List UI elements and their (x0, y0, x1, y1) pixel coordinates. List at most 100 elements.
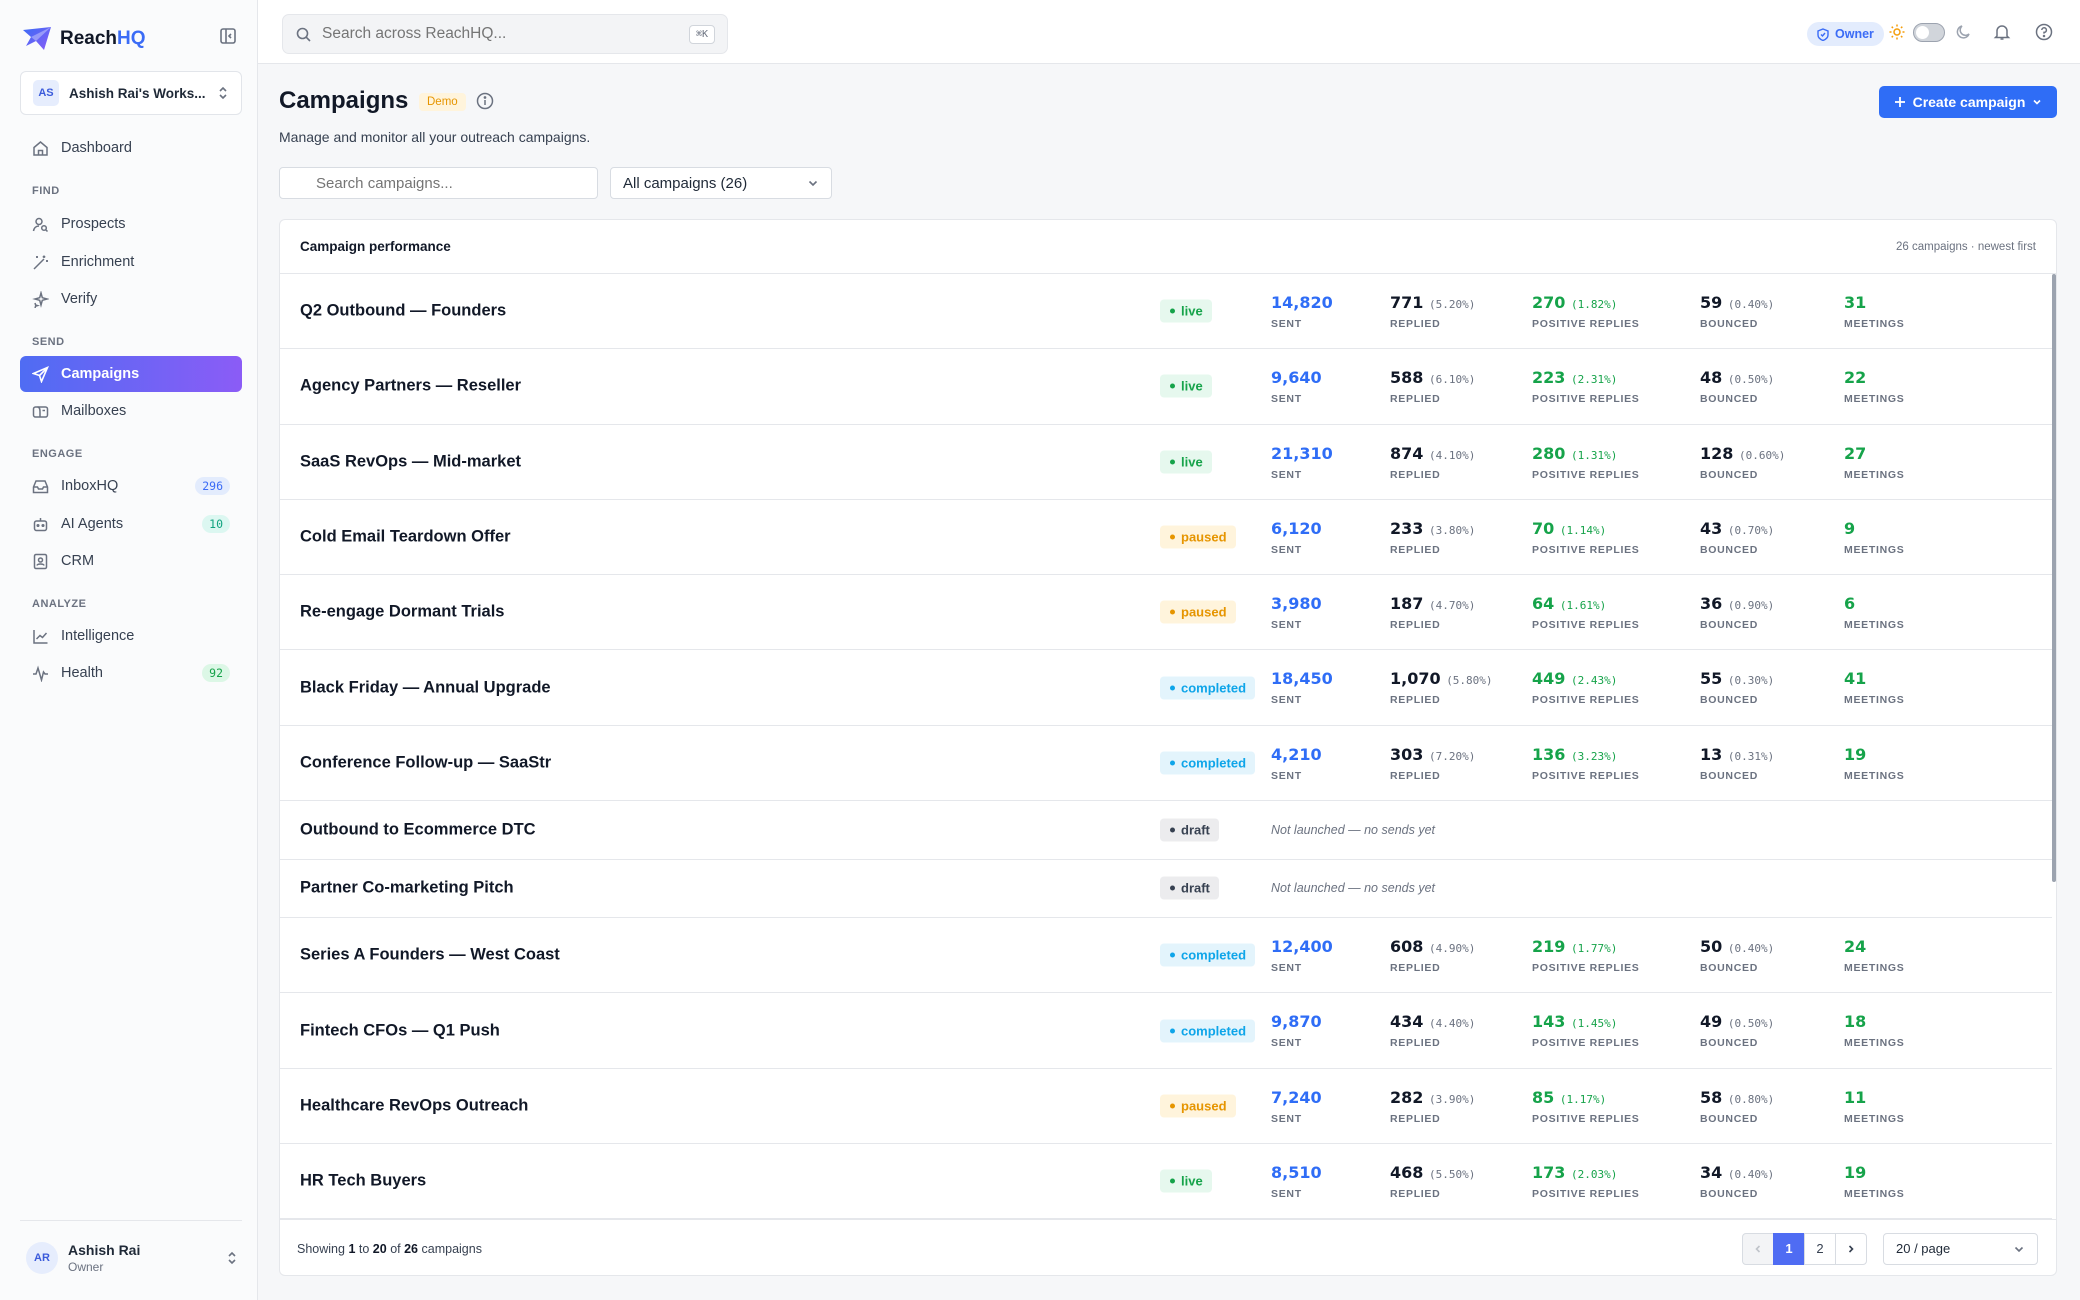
sidebar-item-dashboard[interactable]: Dashboard (20, 130, 242, 166)
stat-percent: (1.45%) (1570, 1017, 1618, 1031)
page-button-2[interactable]: 2 (1804, 1232, 1836, 1265)
stat-replied: 187 (4.70%) REPLIED (1390, 594, 1475, 631)
sidebar-item-mailboxes[interactable]: Mailboxes (20, 393, 242, 429)
campaign-name[interactable]: Partner Co-marketing Pitch (300, 879, 514, 898)
stat-value: 608 (4.90%) (1390, 937, 1476, 957)
campaign-name[interactable]: Outbound to Ecommerce DTC (300, 820, 536, 839)
campaign-name[interactable]: Black Friday — Annual Upgrade (300, 678, 551, 697)
status-badge: live (1160, 450, 1212, 474)
campaign-name[interactable]: Cold Email Teardown Offer (300, 528, 511, 547)
sidebar-item-prospects[interactable]: Prospects (20, 206, 242, 242)
stat-percent: (7.20%) (1428, 749, 1476, 763)
campaign-name[interactable]: Q2 Outbound — Founders (300, 302, 506, 321)
prev-page-button[interactable] (1742, 1232, 1774, 1265)
home-icon (32, 140, 49, 157)
status-label: live (1181, 454, 1203, 470)
stat-percent: (2.43%) (1570, 674, 1618, 688)
scrollbar[interactable] (2052, 274, 2056, 882)
global-search-input[interactable] (322, 25, 679, 43)
campaign-name[interactable]: Fintech CFOs — Q1 Push (300, 1021, 500, 1040)
chevron-up-down-icon (217, 85, 229, 101)
stat-value: 874 (4.10%) (1390, 443, 1476, 463)
campaign-row[interactable]: Cold Email Teardown Offer paused 6,120 SENT… (280, 500, 2052, 576)
stat-sent: 12,400 SENT (1271, 937, 1333, 974)
stat-caption: MEETINGS (1844, 1037, 1905, 1050)
page-button-1[interactable]: 1 (1773, 1232, 1805, 1265)
status-label: live (1181, 303, 1203, 319)
campaign-row[interactable]: Conference Follow-up — SaaStr completed 4,… (280, 726, 2052, 802)
campaign-row[interactable]: Partner Co-marketing Pitch draft Not launc… (280, 860, 2052, 919)
campaign-name[interactable]: Healthcare RevOps Outreach (300, 1096, 528, 1115)
campaign-name[interactable]: Re-engage Dormant Trials (300, 603, 504, 622)
shield-icon (1817, 27, 1829, 41)
stat-caption: POSITIVE REPLIES (1532, 543, 1640, 556)
stat-value: 14,820 (1271, 293, 1333, 312)
campaign-row[interactable]: Outbound to Ecommerce DTC draft Not launch… (280, 801, 2052, 860)
campaign-name[interactable]: Conference Follow-up — SaaStr (300, 753, 551, 772)
sidebar-item-verify[interactable]: Verify (20, 281, 242, 317)
campaign-filter-select[interactable]: All campaigns (26) (610, 167, 832, 199)
create-campaign-button[interactable]: Create campaign (1879, 86, 2057, 118)
user-menu[interactable]: AR Ashish Rai Owner (26, 1238, 238, 1278)
global-search[interactable]: ⌘K (282, 14, 728, 54)
sidebar-item-label: Mailboxes (61, 403, 127, 419)
stat-percent: (0.60%) (1738, 448, 1786, 462)
stat-value: 449 (2.43%) (1532, 669, 1618, 689)
page-subtitle: Manage and monitor all your outreach cam… (279, 129, 591, 145)
sidebar-item-enrichment[interactable]: Enrichment (20, 244, 242, 280)
stat-percent: (1.82%) (1570, 298, 1618, 311)
status-badge: paused (1160, 1094, 1236, 1118)
status-dot (1170, 827, 1175, 833)
stat-value: 64 (1.61%) (1532, 594, 1607, 614)
info-icon[interactable] (476, 92, 494, 110)
campaign-row[interactable]: Healthcare RevOps Outreach paused 7,240 SEN… (280, 1069, 2052, 1144)
stat-value: 434 (4.40%) (1390, 1012, 1476, 1032)
campaign-row[interactable]: HR Tech Buyers live 8,510 SENT 468 (5.50%) RE… (280, 1144, 2052, 1219)
campaign-name[interactable]: Series A Founders — West Coast (300, 946, 560, 965)
stat-percent: (0.80%) (1727, 1092, 1775, 1106)
campaign-name[interactable]: Agency Partners — Reseller (300, 377, 521, 396)
card-header: Campaign performance 26 campaigns · newe… (280, 220, 2056, 274)
sidebar-item-ai-agents[interactable]: AI Agents 10 (20, 506, 242, 542)
campaign-row[interactable]: SaaS RevOps — Mid-market live 21,310 SENT 87… (280, 425, 2052, 500)
stat-sent: 8,510 SENT (1271, 1163, 1322, 1200)
campaign-row[interactable]: Q2 Outbound — Founders live 14,820 SENT 771 … (280, 274, 2052, 350)
stat-value: 18 (1844, 1012, 1867, 1032)
campaign-name[interactable]: SaaS RevOps — Mid-market (300, 452, 521, 471)
workspace-switcher[interactable]: AS Ashish Rai's Works... (20, 71, 242, 115)
stat-value: 233 (3.80%) (1390, 518, 1476, 538)
sidebar-item-crm[interactable]: CRM (20, 543, 242, 579)
theme-toggle[interactable] (1913, 23, 1945, 42)
no-sends-note: Not launched — no sends yet (1271, 822, 1435, 837)
campaign-search-input[interactable] (316, 174, 561, 192)
stat-value: 4,210 (1271, 744, 1322, 764)
status-dot (1170, 1178, 1175, 1184)
stat-value: 128 (0.60%) (1700, 443, 1786, 463)
stat-value: 282 (3.90%) (1390, 1087, 1476, 1107)
sidebar-item-intelligence[interactable]: Intelligence (20, 618, 242, 654)
stat-value: 280 (1.31%) (1532, 443, 1618, 463)
campaign-name[interactable]: HR Tech Buyers (300, 1172, 426, 1191)
stat-caption: MEETINGS (1844, 1187, 1905, 1200)
next-page-button[interactable] (1835, 1232, 1867, 1265)
campaign-search[interactable] (279, 167, 598, 199)
stat-bounced: 34 (0.40%) BOUNCED (1700, 1163, 1774, 1200)
sidebar-collapse-icon[interactable] (218, 26, 238, 46)
stat-caption: SENT (1271, 543, 1302, 556)
bell-icon[interactable] (1993, 23, 2011, 41)
page-size-select[interactable]: 20 / page (1883, 1232, 2038, 1265)
sidebar-item-health[interactable]: Health 92 (20, 655, 242, 691)
sidebar-item-campaigns[interactable]: Campaigns (20, 356, 242, 392)
stat-value: 55 (0.30%) (1700, 669, 1775, 689)
help-icon[interactable] (2035, 23, 2053, 41)
stat-value: 136 (3.23%) (1532, 744, 1618, 764)
campaign-row[interactable]: Series A Founders — West Coast completed 1… (280, 918, 2052, 994)
campaign-row[interactable]: Fintech CFOs — Q1 Push completed 9,870 SENT… (280, 993, 2052, 1069)
stat-caption: REPLIED (1390, 619, 1441, 632)
brand[interactable]: ReachHQ (22, 26, 146, 52)
campaign-row[interactable]: Re-engage Dormant Trials paused 3,980 SENT 1… (280, 575, 2052, 651)
campaign-row[interactable]: Black Friday — Annual Upgrade completed 18… (280, 650, 2052, 726)
campaign-row[interactable]: Agency Partners — Reseller live 9,640 SENT 5… (280, 349, 2052, 425)
stat-percent: (1.61%) (1559, 599, 1607, 613)
sidebar-item-inboxhq[interactable]: InboxHQ 296 (20, 468, 242, 504)
